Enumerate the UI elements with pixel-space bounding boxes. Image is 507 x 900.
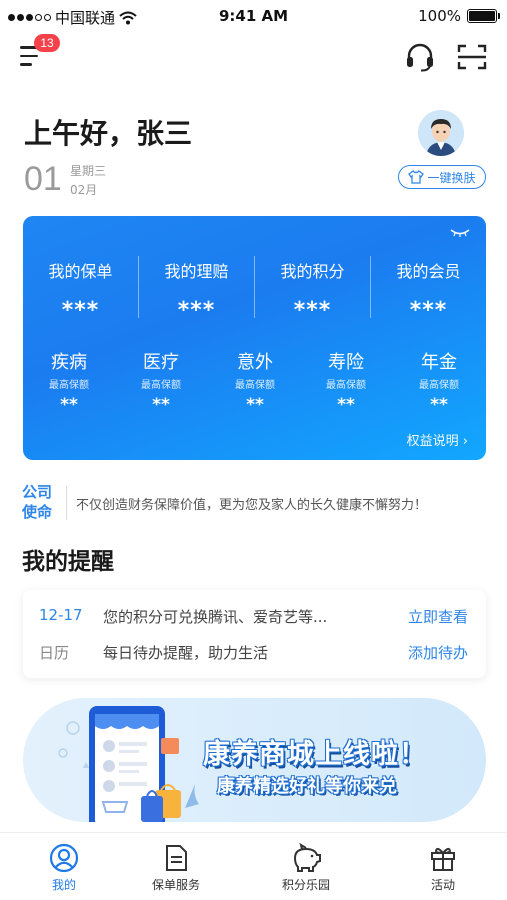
coverage-life[interactable]: 寿险 最高保额 ** [300,348,392,415]
tab-label: 活动 [430,878,455,892]
rights-label: 权益说明 [406,434,459,449]
reminder-calendar-label: 日历 [39,644,70,662]
add-todo-button[interactable]: 添加待办 [408,642,468,663]
piggy-bank-icon [293,843,321,872]
reminder-text: 每日待办提醒，助力生活 [103,644,269,662]
reminder-row-calendar[interactable]: 日历 每日待办提醒，助力生活 添加待办 [23,632,486,672]
coverage-medical[interactable]: 医疗 最高保额 ** [115,348,207,415]
hide-eye-icon[interactable] [450,228,470,238]
bottom-tab-bar: 我的 保单服务 积分乐园 活动 [0,832,507,900]
battery-info: 100% [418,7,500,25]
mall-banner[interactable]: 康养商城上线啦！ 康养精选好礼等你来兑 [23,698,486,822]
chevron-right-icon: › [462,434,468,449]
banner-title: 康养商城上线啦！ [203,739,427,770]
reminder-date: 12-17 [39,606,83,624]
document-icon [166,845,187,871]
divider [66,486,67,520]
notification-badge: 13 [34,34,60,52]
change-skin-label: 一键换肤 [427,170,476,185]
battery-percent: 100% [418,7,461,25]
banner-subtitle: 康养精选好礼等你来兑 [217,776,397,797]
date-weekday: 星期三 [70,164,107,178]
view-now-button[interactable]: 立即查看 [408,606,468,627]
avatar[interactable] [418,110,464,156]
reminders-title: 我的提醒 [22,549,114,575]
status-bar: 中国联通 9:41 AM 100% [0,0,507,32]
tab-activities[interactable]: 活动 [393,843,493,893]
reminder-text: 您的积分可兑换腾讯、爱奇艺等... [103,608,328,626]
stat-membership[interactable]: 我的会员 *** [371,258,486,323]
shirt-icon [408,170,425,184]
battery-icon [467,9,500,23]
stat-policies[interactable]: 我的保单 *** [23,258,138,323]
phone-shopping-illustration [58,706,199,822]
coverage-illness[interactable]: 疾病 最高保额 ** [23,348,115,415]
stat-claims[interactable]: 我的理赔 *** [139,258,254,323]
date-day: 01 [24,160,62,198]
reminders-card: 12-17 您的积分可兑换腾讯、爱奇艺等... 立即查看 日历 每日待办提醒，助… [23,590,486,678]
stat-points[interactable]: 我的积分 *** [255,258,370,323]
user-avatar-icon [418,110,464,156]
rights-link[interactable]: 权益说明 › [407,430,468,449]
tab-label: 我的 [51,878,76,892]
headset-icon[interactable] [404,42,436,72]
reminder-row-points[interactable]: 12-17 您的积分可兑换腾讯、爱奇艺等... 立即查看 [23,596,486,636]
change-skin-button[interactable]: 一键换肤 [398,165,486,189]
tab-points-park[interactable]: 积分乐园 [256,843,356,893]
gift-icon [431,847,455,871]
person-icon [49,843,79,873]
mission-text: 不仅创造财务保障价值，更为您及家人的长久健康不懈努力！ [76,498,428,513]
tab-policy-service[interactable]: 保单服务 [126,843,226,893]
tab-mine[interactable]: 我的 [14,843,114,893]
coverage-annuity[interactable]: 年金 最高保额 ** [393,348,485,415]
summary-card: 我的保单 *** 我的理赔 *** 我的积分 *** 我的会员 *** 疾病 最… [23,216,486,460]
greeting-text: 上午好，张三 [24,117,193,150]
tab-label: 积分乐园 [281,878,330,892]
mission-tag: 公司 使命 [22,483,53,521]
scan-icon[interactable] [456,42,488,72]
tab-label: 保单服务 [151,878,200,892]
coverage-accident[interactable]: 意外 最高保额 ** [209,348,301,415]
date-month: 02月 [70,183,98,197]
